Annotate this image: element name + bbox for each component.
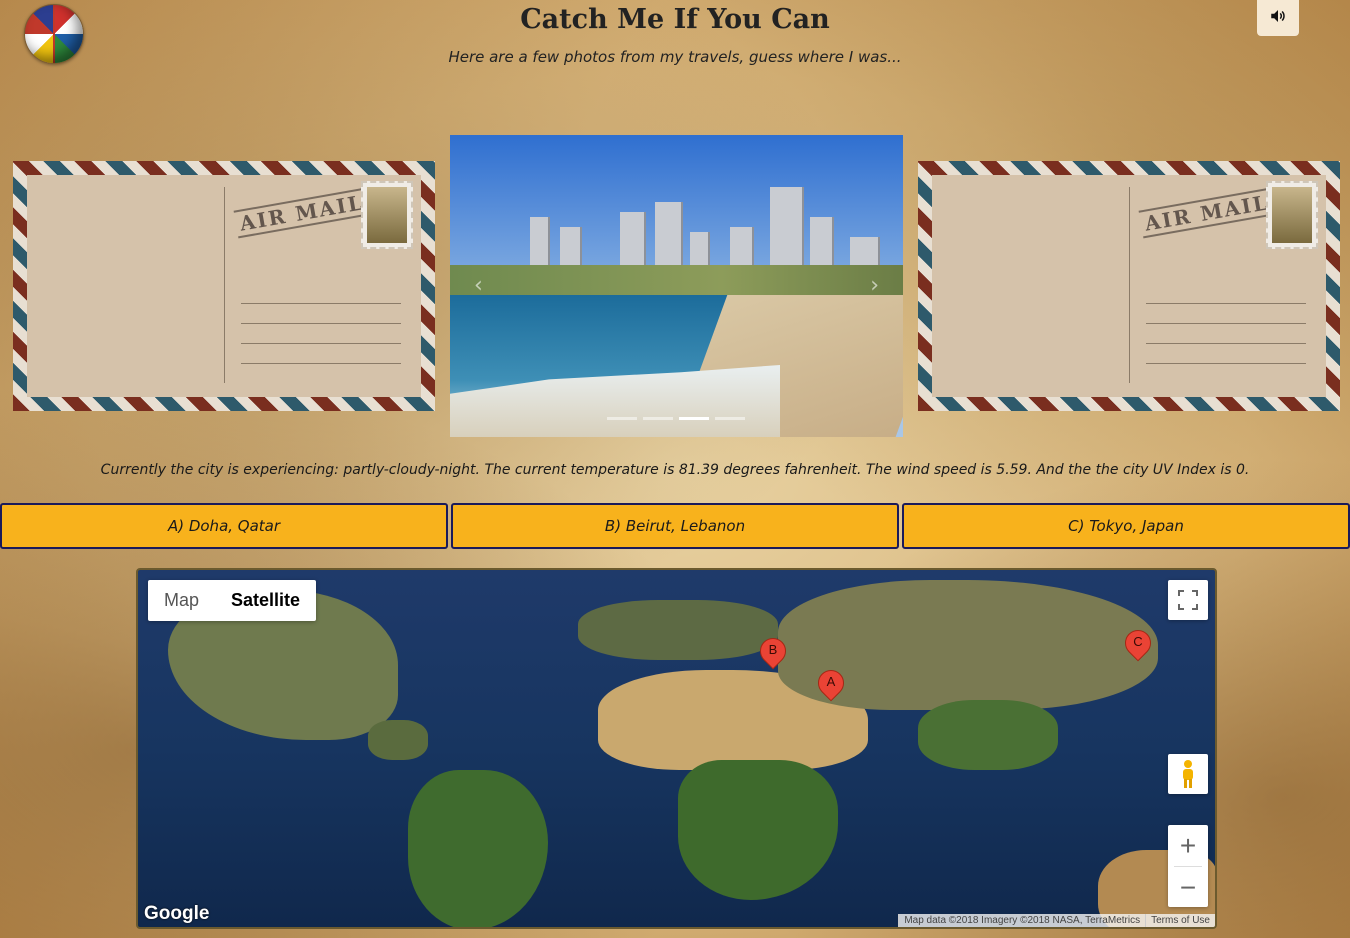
zoom-control: + − [1168,825,1208,907]
page-subtitle: Here are a few photos from my travels, g… [448,48,902,66]
marker-label: B [768,642,778,657]
postcard-divider [224,187,225,383]
answer-button-c[interactable]: C) Tokyo, Japan [902,503,1350,549]
world-map[interactable]: Map Satellite + − A B C Google Map data … [136,568,1217,929]
page-title: Catch Me If You Can [520,4,830,35]
fullscreen-icon [1178,590,1198,610]
europe-land [578,600,778,660]
answer-options: A) Doha, Qatar B) Beirut, Lebanon C) Tok… [0,503,1350,549]
postcard-divider [1129,187,1130,383]
pegman-icon [1183,760,1193,788]
postage-stamp [361,181,413,249]
address-line [1146,343,1306,344]
zoom-out-button[interactable]: − [1168,867,1208,908]
address-line [1146,323,1306,324]
postage-stamp [1266,181,1318,249]
map-data-credit: Map data ©2018 Imagery ©2018 NASA, Terra… [898,914,1146,927]
map-type-map-button[interactable]: Map [148,580,215,621]
carousel-indicators [607,417,745,420]
map-type-satellite-button[interactable]: Satellite [215,580,316,621]
answer-button-b[interactable]: B) Beirut, Lebanon [451,503,899,549]
airmail-stamp: AIR MAIL [234,187,371,239]
airmail-stamp: AIR MAIL [1139,187,1276,239]
volume-icon [1271,10,1285,22]
google-logo: Google [144,903,210,924]
map-marker-a[interactable]: A [812,664,850,710]
street-view-button[interactable] [1168,754,1208,794]
sound-toggle-button[interactable] [1257,0,1299,36]
central-america-land [368,720,428,760]
address-line [241,363,401,364]
address-line [241,303,401,304]
address-line [241,323,401,324]
map-marker-c[interactable]: C [1119,624,1157,670]
marker-label: C [1133,634,1143,649]
south-america-land [408,770,548,927]
chevron-left-icon[interactable]: ‹ [474,273,483,298]
postcard-right: AIR MAIL [918,161,1340,411]
weather-description: Currently the city is experiencing: part… [100,462,1250,478]
south-asia-land [918,700,1058,770]
carousel-indicator[interactable] [643,417,673,420]
map-marker-b[interactable]: B [754,632,792,678]
chevron-right-icon[interactable]: › [870,273,879,298]
address-line [1146,303,1306,304]
map-attribution: Map data ©2018 Imagery ©2018 NASA, Terra… [898,914,1215,927]
carousel-indicator[interactable] [607,417,637,420]
fullscreen-button[interactable] [1168,580,1208,620]
answer-button-a[interactable]: A) Doha, Qatar [0,503,448,549]
postcard-left: AIR MAIL [13,161,435,411]
map-type-control: Map Satellite [148,580,317,621]
carousel-indicator[interactable] [715,417,745,420]
photo-carousel[interactable]: ‹ › [450,135,903,437]
carousel-indicator-active[interactable] [679,417,709,420]
address-line [241,343,401,344]
zoom-in-button[interactable]: + [1168,825,1208,866]
marker-label: A [826,674,836,689]
address-line [1146,363,1306,364]
central-africa-land [678,760,838,900]
terms-of-use-link[interactable]: Terms of Use [1145,914,1215,927]
